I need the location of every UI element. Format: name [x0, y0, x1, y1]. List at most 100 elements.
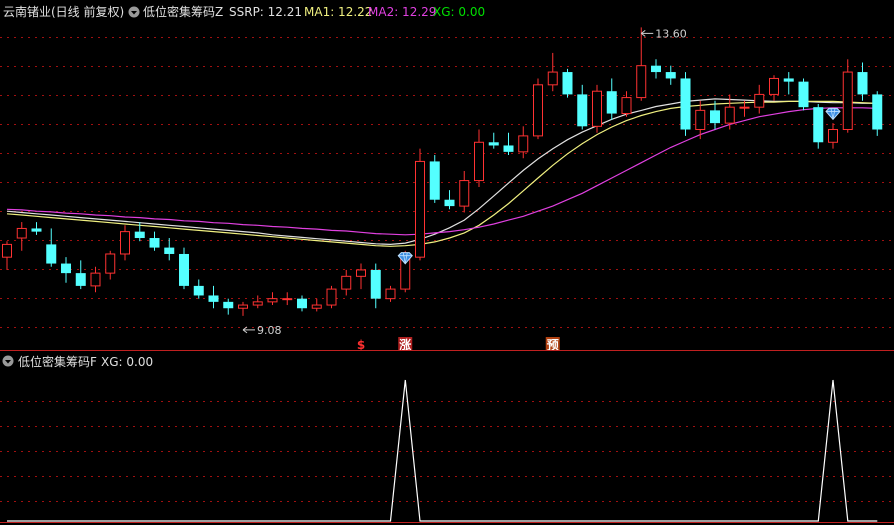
candle-body-down: [208, 295, 219, 302]
candle-body-up: [842, 71, 853, 131]
candle-body-down: [872, 94, 883, 130]
candle-body-down: [813, 107, 824, 143]
candle-body-down: [606, 91, 617, 114]
stock-title: 云南锗业(日线 前复权): [3, 4, 124, 19]
marker-text: 涨: [399, 337, 411, 352]
candle-body-down: [562, 72, 573, 95]
line-ma1: [6, 100, 878, 247]
candle: [46, 228, 57, 267]
candle-body-up: [592, 90, 602, 127]
candle-body-up: [754, 93, 765, 108]
candle-body-down: [488, 142, 499, 146]
candle: [562, 68, 573, 98]
candle: [267, 292, 278, 306]
chart-canvas: 云南锗业(日线 前复权) 低位密集筹码Z SSRP: 12.21 MA1: 12…: [0, 4, 894, 523]
candle-body-up: [356, 269, 366, 277]
candle-body-down: [31, 228, 42, 232]
candle: [842, 59, 853, 133]
sub-indicator-toggle-icon[interactable]: [2, 355, 14, 367]
candle: [385, 285, 396, 302]
candle-body-up: [385, 288, 396, 300]
candle: [223, 298, 234, 315]
candle-body-down: [297, 298, 307, 309]
candle: [769, 75, 779, 101]
candle: [798, 78, 809, 111]
candle: [444, 190, 455, 210]
candle-body-down: [680, 78, 691, 130]
candle: [783, 72, 794, 95]
candle-body-down: [370, 269, 381, 299]
candle: [61, 257, 71, 283]
candle-body-down: [651, 65, 661, 73]
main-value-ma2: MA2: 12.29: [368, 5, 436, 19]
candle: [872, 91, 883, 136]
candle-body-up: [695, 109, 706, 131]
candle-body-up: [2, 243, 12, 258]
candle: [680, 72, 691, 136]
candle: [533, 78, 543, 140]
candle-body-up: [238, 304, 248, 309]
candle-body-up: [252, 301, 263, 306]
candle-body-up: [120, 231, 130, 255]
candle: [105, 250, 116, 280]
sub-grid: [0, 401, 894, 523]
candle: [90, 266, 101, 293]
candle: [164, 238, 175, 261]
diamond-signal-icon: [825, 107, 841, 121]
candle-body-down: [577, 94, 588, 127]
candle-body-up: [769, 77, 779, 95]
candle: [149, 231, 160, 251]
main-value-xg: XG: 0.00: [433, 5, 485, 19]
candle: [813, 103, 824, 149]
marker-text: 预: [547, 338, 559, 352]
candle: [297, 295, 307, 312]
candle: [31, 222, 42, 235]
candle-body-up: [636, 65, 647, 99]
candle-body-up: [533, 84, 543, 137]
candle: [370, 263, 381, 309]
candle: [547, 52, 558, 92]
candle-body-up: [105, 253, 116, 274]
candle-body-down: [134, 231, 145, 239]
candle: [474, 129, 484, 187]
candle-body-down: [149, 238, 160, 248]
candle-body-down: [75, 273, 86, 286]
candle-body-down: [179, 253, 189, 286]
indicator-toggle-icon[interactable]: [128, 6, 140, 18]
candle-body-up: [341, 275, 352, 290]
sub-indicator-name: 低位密集筹码F: [18, 354, 97, 369]
line-ssrp: [6, 98, 878, 246]
candlestick-series: [2, 27, 883, 316]
candle-body-up: [459, 180, 470, 207]
candle-body-up: [326, 288, 337, 306]
candle: [651, 59, 661, 79]
candle: [459, 171, 470, 213]
candle-body-up: [415, 160, 425, 258]
candle: [606, 78, 617, 120]
candle: [341, 269, 352, 296]
candle: [429, 155, 440, 203]
candle: [252, 295, 263, 309]
candle-body-up: [311, 304, 322, 309]
line-ma2: [6, 107, 878, 236]
candle-body-down: [857, 72, 868, 95]
main-value-ma1: MA1: 12.22: [304, 5, 372, 19]
candle: [665, 65, 676, 85]
candle: [636, 27, 647, 101]
main-grid: [0, 37, 894, 328]
candle: [710, 100, 720, 130]
candle-body-down: [503, 145, 514, 152]
candle-body-up: [739, 106, 750, 109]
candle-body-up: [828, 129, 838, 143]
candle-body-up: [518, 135, 529, 153]
candle: [208, 285, 219, 309]
candle: [2, 241, 12, 270]
candle-body-up: [267, 298, 278, 303]
candle-body-down: [46, 244, 57, 264]
candle: [282, 292, 293, 306]
candle: [356, 263, 366, 290]
sub-value-xg: XG: 0.00: [101, 355, 153, 369]
candle-body-up: [547, 71, 558, 86]
candle: [857, 62, 868, 101]
low-price-label: 9.08: [257, 324, 282, 337]
